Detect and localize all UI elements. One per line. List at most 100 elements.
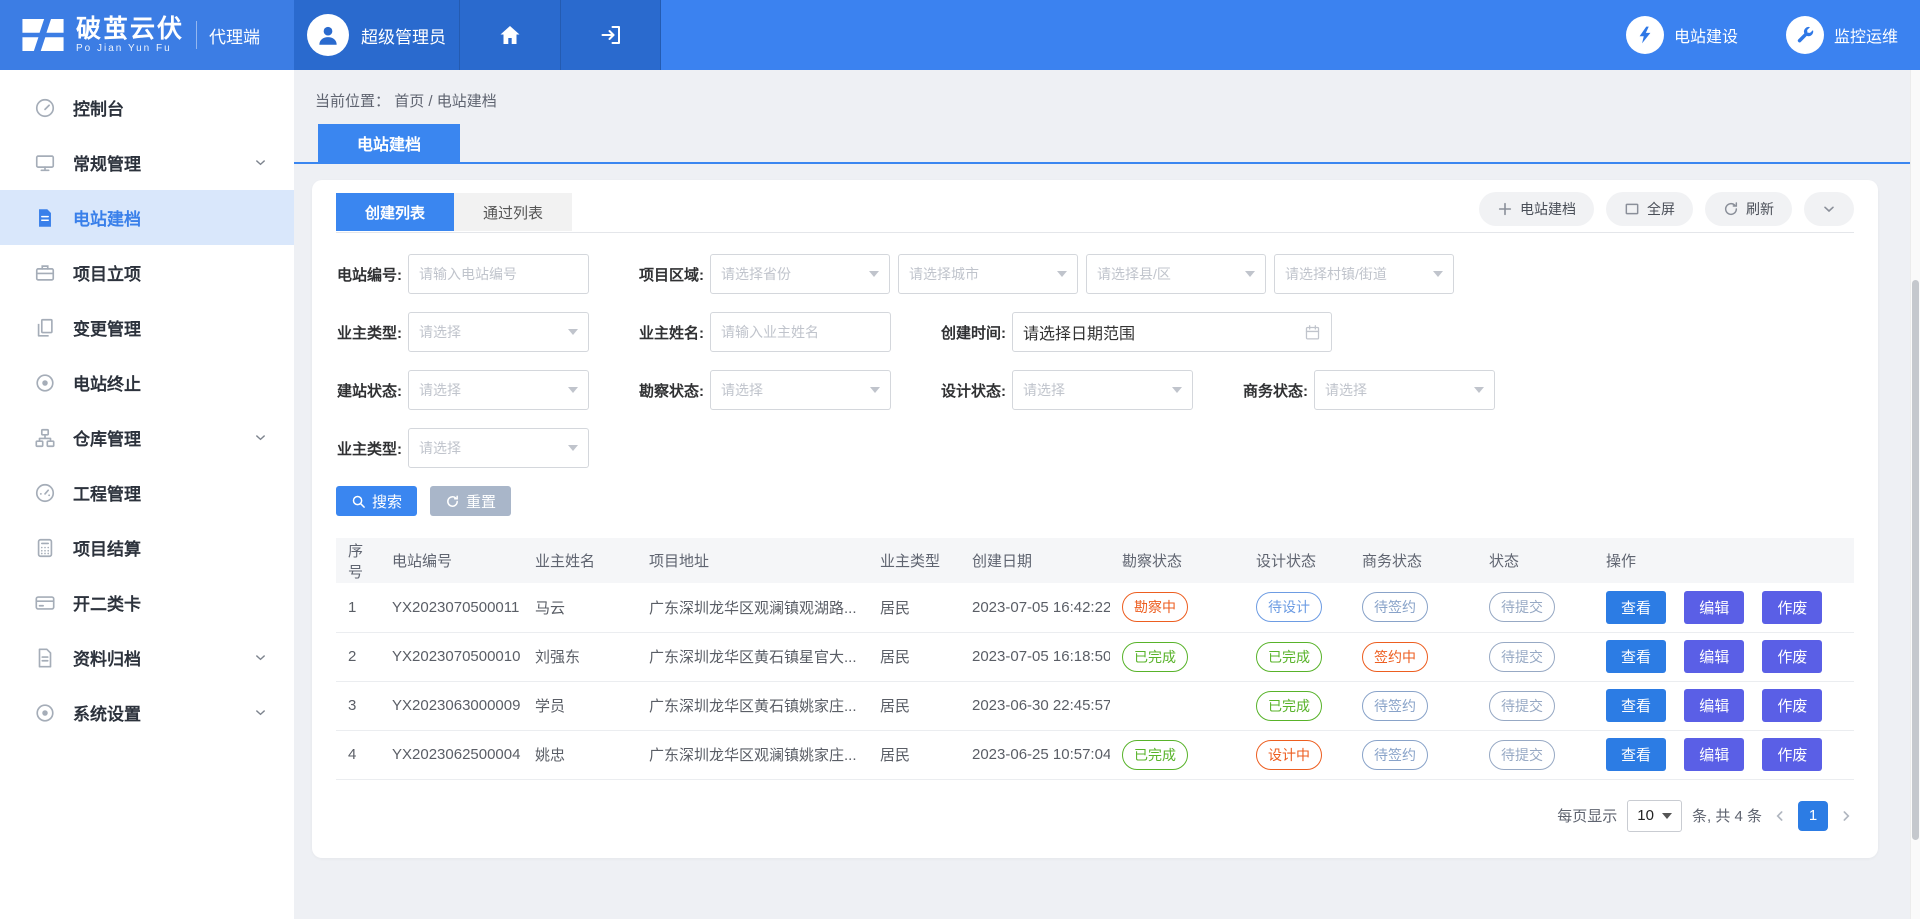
business-status-select[interactable]: 请选择 xyxy=(1314,370,1495,410)
owner-name-input[interactable] xyxy=(710,312,891,352)
user-menu[interactable]: 超级管理员 xyxy=(294,0,460,70)
breadcrumb-separator: / xyxy=(428,93,436,110)
caret-down-icon xyxy=(568,445,578,451)
county-select[interactable]: 请选择县/区 xyxy=(1086,254,1266,294)
tab-passed-list[interactable]: 通过列表 xyxy=(454,193,572,231)
survey-status-label: 勘察状态: xyxy=(638,380,704,401)
caret-down-icon xyxy=(1172,387,1182,393)
pagination: 每页显示 10 条, 共 4 条 1 xyxy=(336,800,1854,832)
design-status-label: 设计状态: xyxy=(940,380,1006,401)
build-status-select[interactable]: 请选择 xyxy=(408,370,589,410)
nav-monitor-ops[interactable]: 监控运维 xyxy=(1786,16,1898,54)
filter-panel: 电站编号: 项目区域: 请选择省份 请选择城市 请选择县/区 xyxy=(336,233,1854,516)
void-button[interactable]: 作废 xyxy=(1762,640,1822,673)
view-button[interactable]: 查看 xyxy=(1606,640,1666,673)
sidebar-item-station-archive[interactable]: 电站建档 xyxy=(0,190,294,245)
sidebar-item-system-settings[interactable]: 系统设置 xyxy=(0,685,294,740)
filter-design-status: 设计状态: 请选择 xyxy=(940,370,1193,410)
fullscreen-button[interactable]: 全屏 xyxy=(1606,192,1693,226)
owner-type-label: 业主类型: xyxy=(336,322,402,343)
sidebar-item-general-mgmt[interactable]: 常规管理 xyxy=(0,135,294,190)
vertical-scrollbar[interactable] xyxy=(1910,70,1920,919)
next-page-button[interactable] xyxy=(1838,808,1854,824)
col-seq: 序号 xyxy=(336,538,380,583)
survey-status-select[interactable]: 请选择 xyxy=(710,370,891,410)
reset-icon xyxy=(445,494,460,509)
sidebar-item-console[interactable]: 控制台 xyxy=(0,80,294,135)
design-status-select[interactable]: 请选择 xyxy=(1012,370,1193,410)
sidebar-item-class2-card[interactable]: 开二类卡 xyxy=(0,575,294,630)
status-badge: 待提交 xyxy=(1489,740,1555,770)
sidebar-item-station-terminate[interactable]: 电站终止 xyxy=(0,355,294,410)
caret-down-icon xyxy=(568,387,578,393)
view-button[interactable]: 查看 xyxy=(1606,738,1666,771)
status-badge: 签约中 xyxy=(1362,642,1428,672)
void-button[interactable]: 作废 xyxy=(1762,591,1822,624)
station-no-input[interactable] xyxy=(408,254,589,294)
brand-text: 破茧云伏 Po Jian Yun Fu xyxy=(76,16,184,55)
sidebar-item-engineering-mgmt[interactable]: 工程管理 xyxy=(0,465,294,520)
card-header: 创建列表 通过列表 电站建档 全屏 刷新 xyxy=(336,192,1854,233)
void-button[interactable]: 作废 xyxy=(1762,689,1822,722)
collapse-toolbar-button[interactable] xyxy=(1804,192,1854,226)
search-icon xyxy=(351,494,366,509)
sidebar-item-data-archive[interactable]: 资料归档 xyxy=(0,630,294,685)
status-badge: 已完成 xyxy=(1256,691,1322,721)
town-select[interactable]: 请选择村镇/街道 xyxy=(1274,254,1454,294)
sidebar-item-project-initiation[interactable]: 项目立项 xyxy=(0,245,294,300)
edit-button[interactable]: 编辑 xyxy=(1684,591,1744,624)
scrollbar-thumb[interactable] xyxy=(1912,280,1919,840)
sidebar-item-change-mgmt[interactable]: 变更管理 xyxy=(0,300,294,355)
edit-button[interactable]: 编辑 xyxy=(1684,640,1744,673)
date-range-picker[interactable]: 请选择日期范围 xyxy=(1012,312,1332,352)
filter-buttons: 搜索 重置 xyxy=(336,486,1854,516)
reset-button[interactable]: 重置 xyxy=(430,486,511,516)
owner-type-select[interactable]: 请选择 xyxy=(408,312,589,352)
view-button[interactable]: 查看 xyxy=(1606,689,1666,722)
city-select[interactable]: 请选择城市 xyxy=(898,254,1078,294)
breadcrumb: 当前位置： 首页 / 电站建档 xyxy=(294,70,1920,111)
credit-card-icon xyxy=(34,592,56,614)
owner-type2-select[interactable]: 请选择 xyxy=(408,428,589,468)
nav-station-build-label: 电站建设 xyxy=(1674,23,1738,47)
add-station-button[interactable]: 电站建档 xyxy=(1479,192,1594,226)
nav-station-build[interactable]: 电站建设 xyxy=(1626,16,1738,54)
col-address: 项目地址 xyxy=(637,538,868,583)
view-button[interactable]: 查看 xyxy=(1606,591,1666,624)
briefcase-icon xyxy=(34,262,56,284)
chevron-down-icon xyxy=(253,430,268,445)
filter-region: 项目区域: 请选择省份 请选择城市 请选择县/区 请选择村镇/街道 xyxy=(638,254,1454,294)
void-button[interactable]: 作废 xyxy=(1762,738,1822,771)
page-number-button[interactable]: 1 xyxy=(1798,801,1828,831)
brand-subtitle: Po Jian Yun Fu xyxy=(76,43,184,54)
sitemap-icon xyxy=(34,427,56,449)
edit-button[interactable]: 编辑 xyxy=(1684,689,1744,722)
status-badge: 待签约 xyxy=(1362,740,1428,770)
refresh-icon xyxy=(1723,201,1739,217)
page-tab-station-archive[interactable]: 电站建档 xyxy=(318,124,460,162)
caret-down-icon xyxy=(1474,387,1484,393)
region-selects: 请选择省份 请选择城市 请选择县/区 请选择村镇/街道 xyxy=(710,254,1454,294)
user-strip: 超级管理员 xyxy=(294,0,661,70)
chevron-down-icon xyxy=(253,705,268,720)
refresh-button[interactable]: 刷新 xyxy=(1705,192,1792,226)
edit-button[interactable]: 编辑 xyxy=(1684,738,1744,771)
filter-row-3: 建站状态: 请选择 勘察状态: 请选择 设计状态: 请选择 xyxy=(336,370,1854,410)
province-select[interactable]: 请选择省份 xyxy=(710,254,890,294)
status-badge: 待签约 xyxy=(1362,691,1428,721)
top-bar: 破茧云伏 Po Jian Yun Fu 代理端 超级管理员 xyxy=(0,0,1920,70)
sidebar-item-project-settlement[interactable]: 项目结算 xyxy=(0,520,294,575)
logout-button[interactable] xyxy=(561,0,661,70)
search-button[interactable]: 搜索 xyxy=(336,486,417,516)
prev-page-button[interactable] xyxy=(1772,808,1788,824)
breadcrumb-home-link[interactable]: 首页 xyxy=(394,93,424,110)
home-button[interactable] xyxy=(460,0,561,70)
status-badge: 待提交 xyxy=(1489,592,1555,622)
col-design: 设计状态 xyxy=(1244,538,1350,583)
sidebar-item-warehouse-mgmt[interactable]: 仓库管理 xyxy=(0,410,294,465)
tab-create-list[interactable]: 创建列表 xyxy=(336,193,454,231)
per-page-select[interactable]: 10 xyxy=(1627,800,1682,832)
status-badge: 待提交 xyxy=(1489,691,1555,721)
dashboard-icon xyxy=(34,97,56,119)
owner-name-label: 业主姓名: xyxy=(638,322,704,343)
